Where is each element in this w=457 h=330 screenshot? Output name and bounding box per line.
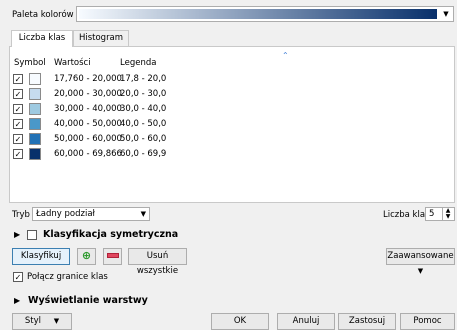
ok-button[interactable]: OK xyxy=(211,313,269,330)
symbol-swatch[interactable] xyxy=(29,73,41,85)
class-count-value: 5 xyxy=(429,209,435,219)
advanced-button[interactable]: Zaawansowane ▼ xyxy=(386,248,455,275)
mode-label: Tryb xyxy=(12,210,30,220)
class-visible-checkbox[interactable]: ✓ xyxy=(13,134,23,144)
cancel-button[interactable]: Anuluj xyxy=(277,313,335,330)
legend-cell[interactable]: 30,0 - 40,0 xyxy=(120,103,166,115)
expand-right-icon[interactable]: ▶ xyxy=(14,296,20,305)
table-row[interactable]: ✓ 20,000 - 30,000 20,0 - 30,0 xyxy=(10,88,454,103)
class-count-label: Liczba klas xyxy=(383,210,430,220)
symbol-swatch[interactable] xyxy=(29,118,41,130)
class-visible-checkbox[interactable]: ✓ xyxy=(13,74,23,84)
legend-cell[interactable]: 40,0 - 50,0 xyxy=(120,118,166,130)
class-visible-checkbox[interactable]: ✓ xyxy=(13,89,23,99)
values-cell[interactable]: 30,000 - 40,000 xyxy=(54,103,122,115)
class-visible-checkbox[interactable]: ✓ xyxy=(13,119,23,129)
symbol-swatch[interactable] xyxy=(29,88,41,100)
apply-button[interactable]: Zastosuj xyxy=(338,313,396,330)
legend-cell[interactable]: 20,0 - 30,0 xyxy=(120,88,166,100)
tab-classes[interactable]: Liczba klas xyxy=(11,30,73,47)
chevron-down-icon[interactable]: ▼ xyxy=(439,7,453,21)
symbol-swatch[interactable] xyxy=(29,103,41,115)
plus-icon[interactable]: ⊕ xyxy=(77,248,96,265)
caret-down-icon: ▼ xyxy=(53,317,60,325)
link-borders-label: Połącz granice klas xyxy=(27,272,108,282)
table-row[interactable]: ✓ 17,760 - 20,000 17,8 - 20,0 xyxy=(10,73,454,88)
remove-all-button[interactable]: Usuń wszystkie xyxy=(128,248,187,276)
table-row[interactable]: ✓ 40,000 - 50,000 40,0 - 50,0 xyxy=(10,118,454,133)
palette-label: Paleta kolorów xyxy=(12,10,74,20)
mode-value: Ładny podział xyxy=(36,209,95,219)
legend-cell[interactable]: 60,0 - 69,9 xyxy=(120,148,166,160)
class-visible-checkbox[interactable]: ✓ xyxy=(13,104,23,114)
color-ramp-select[interactable]: ▼ xyxy=(76,6,454,22)
chevron-down-icon: ▼ xyxy=(140,210,146,218)
advanced-label: Zaawansowane xyxy=(387,251,454,261)
tab-histogram[interactable]: Histogram xyxy=(73,30,129,46)
help-button[interactable]: Pomoc xyxy=(400,313,455,330)
column-header-legend[interactable]: Legenda xyxy=(120,58,156,68)
values-cell[interactable]: 17,760 - 20,000 xyxy=(54,73,122,85)
color-ramp-preview xyxy=(79,9,437,19)
classify-button[interactable]: Klasyfikuj xyxy=(12,248,70,265)
values-cell[interactable]: 40,000 - 50,000 xyxy=(54,118,122,130)
layer-rendering-label[interactable]: Wyświetlanie warstwy xyxy=(28,295,148,306)
class-count-spinbox[interactable]: 5 ▲ ▼ xyxy=(425,207,455,221)
spin-arrows-icon[interactable]: ▲ ▼ xyxy=(442,208,453,220)
values-cell[interactable]: 50,000 - 60,000 xyxy=(54,133,122,145)
sort-indicator-icon: ⌃ xyxy=(282,51,289,60)
classes-table[interactable]: Symbol Wartości Legenda ✓ 17,760 - 20,000… xyxy=(9,46,455,203)
link-borders-checkbox[interactable]: ✓ xyxy=(13,272,23,282)
values-cell[interactable]: 20,000 - 30,000 xyxy=(54,88,122,100)
expand-right-icon[interactable]: ▶ xyxy=(14,230,20,239)
table-row[interactable]: ✓ 30,000 - 40,000 30,0 - 40,0 xyxy=(10,103,454,118)
column-header-symbol[interactable]: Symbol xyxy=(14,58,46,68)
table-row[interactable]: ✓ 60,000 - 69,866 60,0 - 69,9 xyxy=(10,148,454,163)
values-cell[interactable]: 60,000 - 69,866 xyxy=(54,148,122,160)
symbol-swatch[interactable] xyxy=(29,148,41,160)
mode-select[interactable]: Ładny podział ▼ xyxy=(32,207,150,221)
class-visible-checkbox[interactable]: ✓ xyxy=(13,149,23,159)
style-label: Styl xyxy=(24,316,42,326)
symbol-swatch[interactable] xyxy=(29,133,41,145)
table-row[interactable]: ✓ 50,000 - 60,000 50,0 - 60,0 xyxy=(10,133,454,148)
symmetric-label: Klasyfikacja symetryczna xyxy=(43,229,179,240)
legend-cell[interactable]: 17,8 - 20,0 xyxy=(120,73,166,85)
column-header-values[interactable]: Wartości xyxy=(54,58,91,68)
minus-icon[interactable] xyxy=(103,248,122,265)
legend-cell[interactable]: 50,0 - 60,0 xyxy=(120,133,166,145)
caret-down-icon: ▼ xyxy=(417,267,424,275)
symmetric-checkbox[interactable] xyxy=(27,230,37,240)
style-button[interactable]: Styl ▼ xyxy=(12,313,72,330)
